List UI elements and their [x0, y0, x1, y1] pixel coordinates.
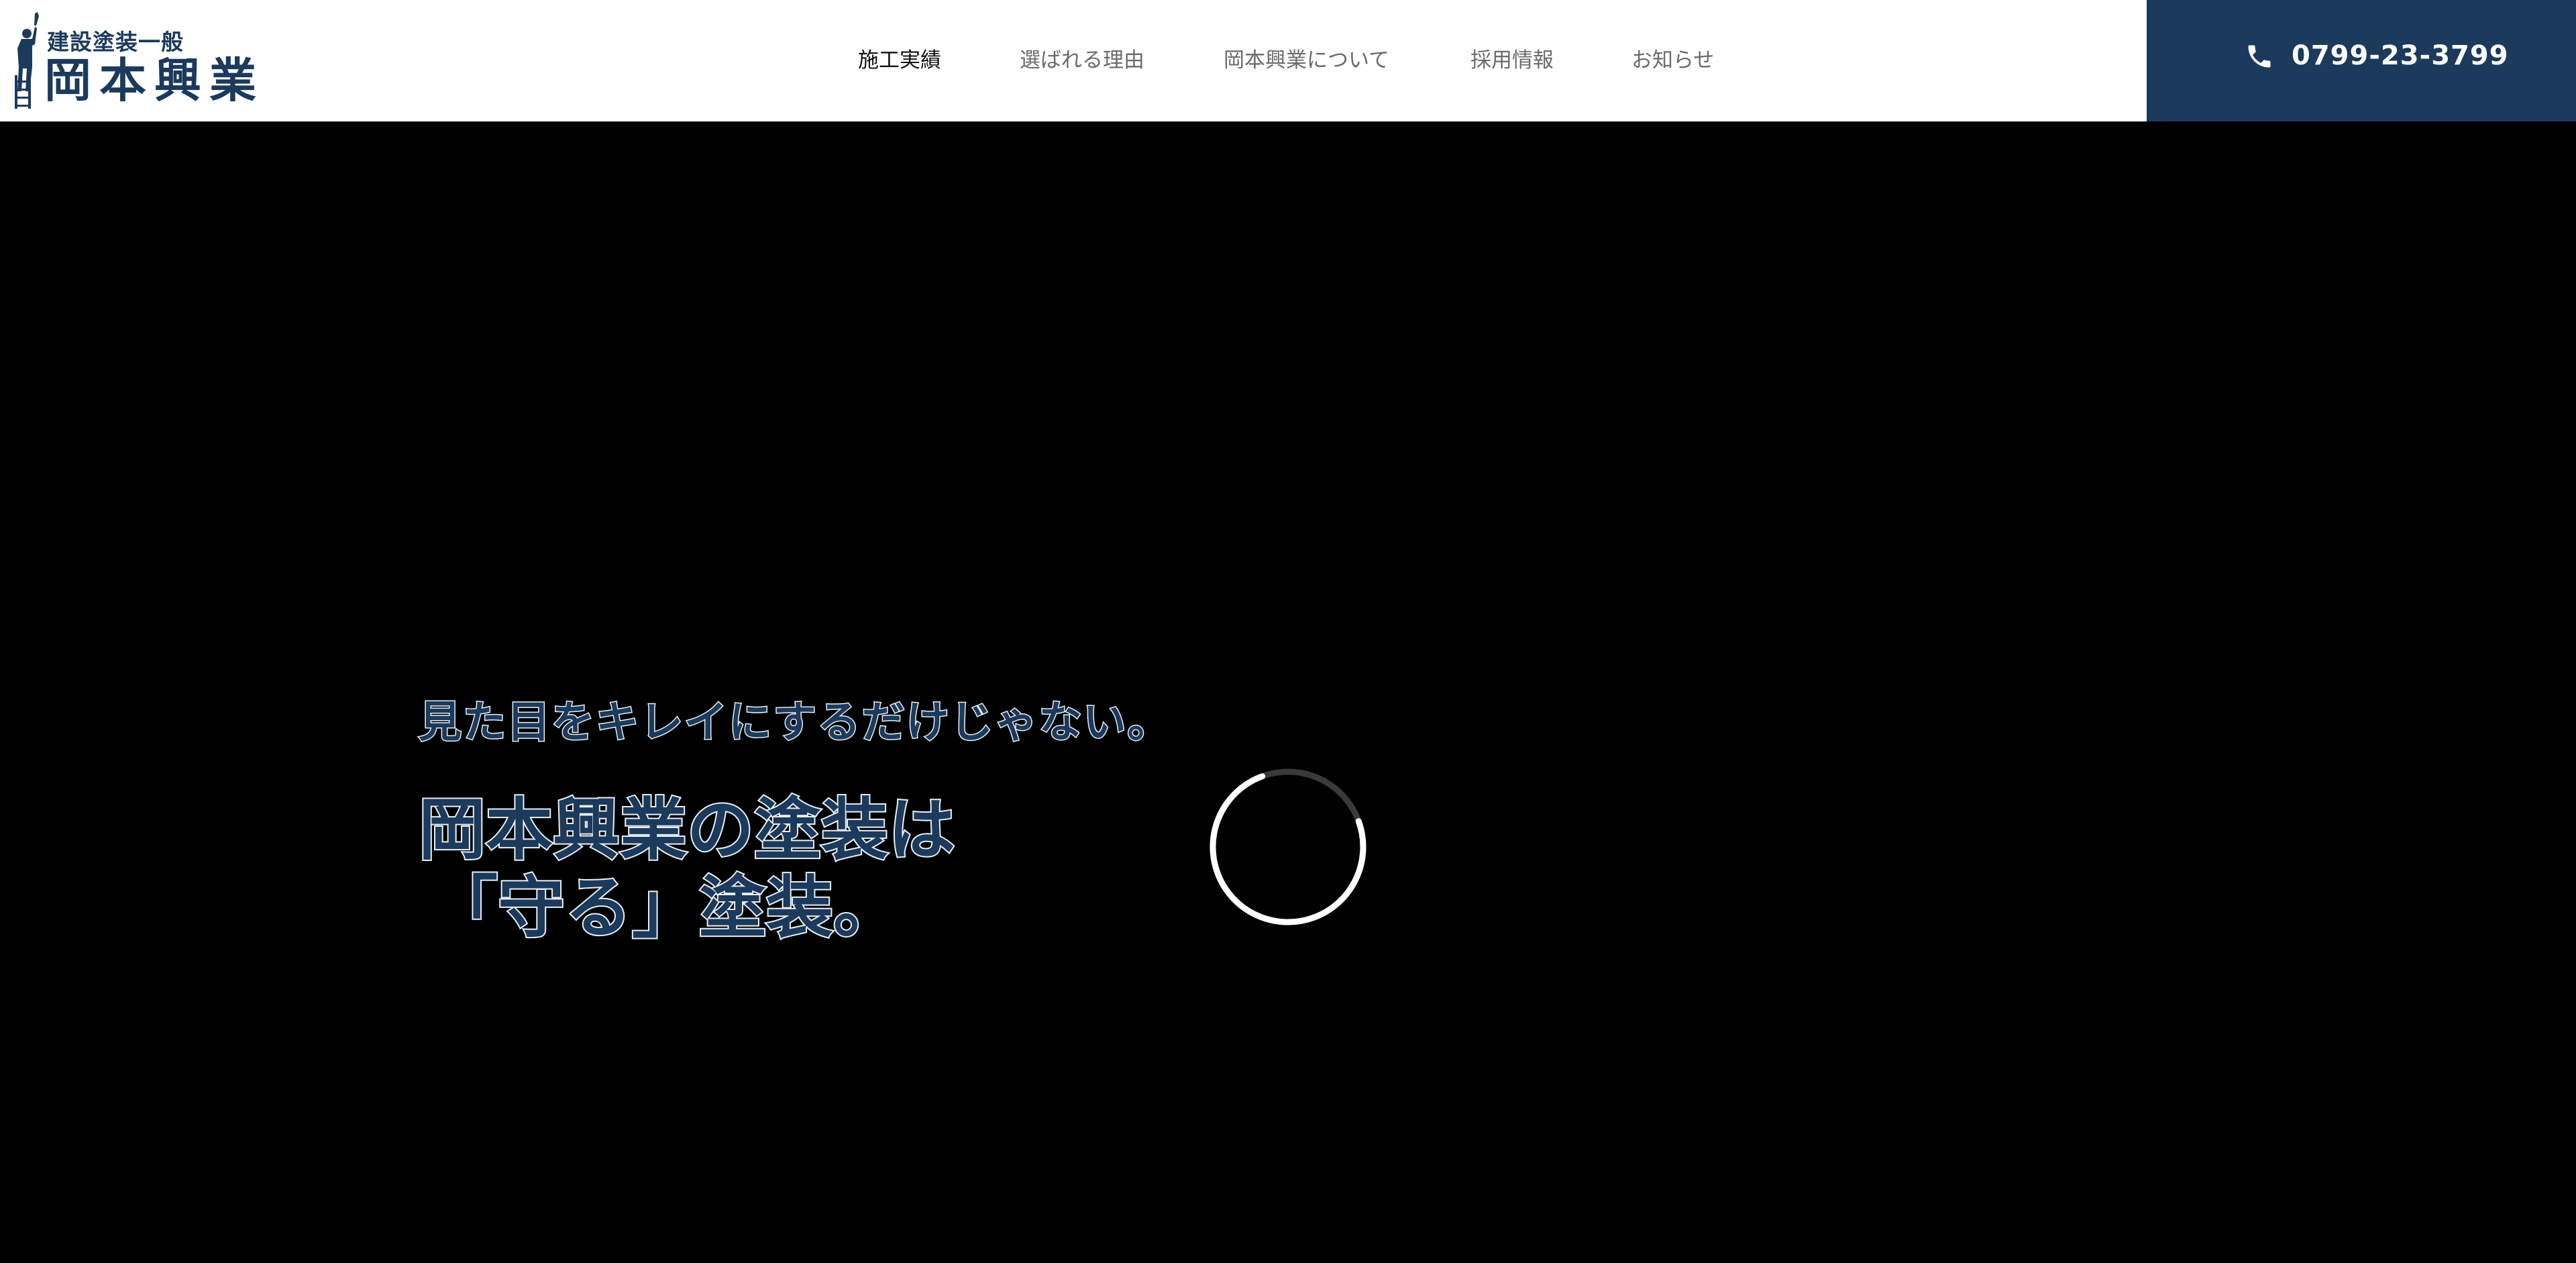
- hero-section: 見た目をキレイにするだけじゃない。 岡本興業の塗装は 「守る」塗装。: [0, 121, 2576, 1263]
- site-logo[interactable]: 建設塗装一般 岡本興業: [12, 11, 267, 111]
- hero-heading-line-2: 「守る」塗装。: [429, 868, 902, 948]
- nav-item-reasons[interactable]: 選ばれる理由: [1020, 46, 1144, 75]
- hero-heading-line-1: 岡本興業の塗装は: [417, 790, 957, 870]
- phone-icon: [2248, 45, 2271, 68]
- nav-item-about[interactable]: 岡本興業について: [1224, 46, 1389, 75]
- nav-item-works[interactable]: 施工実績: [858, 46, 941, 75]
- nav-item-recruit[interactable]: 採用情報: [1470, 46, 1554, 75]
- nav-item-news[interactable]: お知らせ: [1631, 46, 1714, 75]
- hero-subheading: 見た目をキレイにするだけじゃない。: [418, 697, 1172, 749]
- logo-subtitle: 建設塗装一般: [47, 29, 184, 55]
- site-header: 建設塗装一般 岡本興業 施工実績 選ばれる理由 岡本興業について 採用情報 お知…: [0, 0, 2576, 121]
- loading-spinner-icon: [1210, 768, 1366, 925]
- phone-call-button[interactable]: 0799-23-3799: [2147, 0, 2576, 121]
- logo-company-name: 岡本興業: [44, 52, 264, 108]
- phone-number: 0799-23-3799: [2292, 40, 2509, 71]
- hero-heading: 岡本興業の塗装は 「守る」塗装。: [417, 790, 957, 948]
